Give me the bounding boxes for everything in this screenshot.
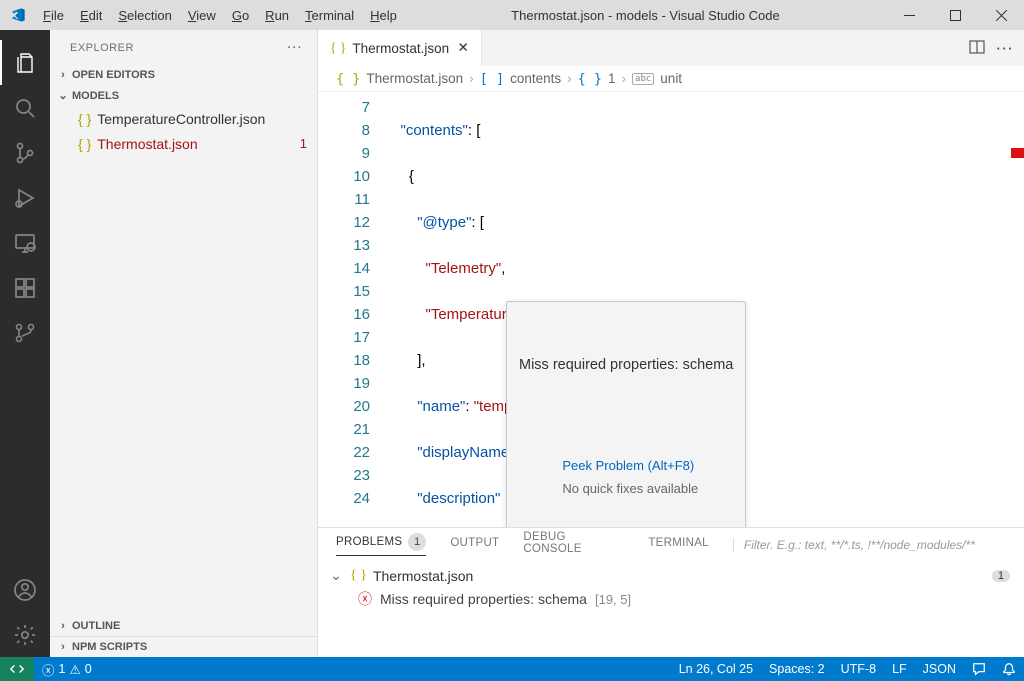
close-button[interactable] [978,0,1024,30]
menu-terminal[interactable]: Terminal [297,8,362,23]
minimize-button[interactable] [886,0,932,30]
menu-edit[interactable]: Edit [72,8,110,23]
window-controls [886,0,1024,30]
json-file-icon: { } [336,71,360,87]
title-bar: File Edit Selection View Go Run Terminal… [0,0,1024,30]
string-icon: abc [632,73,654,85]
problems-filter-input[interactable]: Filter. E.g.: text, **/*.ts, !**/node_mo… [733,538,1014,552]
split-editor-icon[interactable] [969,39,985,58]
json-file-icon: { } [330,40,346,56]
json-file-icon: { } [350,568,367,584]
activity-remote-explorer-icon[interactable] [0,220,50,265]
activity-explorer-icon[interactable] [0,40,50,85]
chevron-right-icon: › [567,71,572,86]
warning-icon: ⚠ [69,662,80,677]
panel-tab-terminal[interactable]: TERMINAL [648,537,709,553]
chevron-right-icon: › [56,69,70,81]
line-number-gutter: 789101112131415161718192021222324 [318,92,388,527]
problem-item[interactable]: ⓧ Miss required properties: schema [19, … [324,586,1014,612]
error-icon: ⓧ [358,589,372,609]
file-item[interactable]: { } TemperatureController.json [50,106,317,131]
problems-list: ⌄ { } Thermostat.json 1 ⓧ Miss required … [318,561,1024,657]
status-cursor-position[interactable]: Ln 26, Col 25 [671,657,761,681]
json-file-icon: { } [78,111,91,127]
hover-message: Miss required properties: schema [519,354,733,377]
panel-tab-debug-console[interactable]: DEBUG CONSOLE [523,531,624,559]
file-problem-count: 1 [992,570,1010,582]
menu-view[interactable]: View [180,8,224,23]
chevron-right-icon: › [622,71,627,86]
status-indentation[interactable]: Spaces: 2 [761,657,833,681]
file-problem-badge: 1 [300,136,307,151]
status-problems[interactable]: ⓧ1 ⚠0 [34,657,100,681]
problems-count-badge: 1 [408,533,426,551]
problems-file-row[interactable]: ⌄ { } Thermostat.json 1 [324,565,1014,586]
status-encoding[interactable]: UTF-8 [833,657,884,681]
activity-settings-icon[interactable] [0,612,50,657]
menu-file[interactable]: File [35,8,72,23]
activity-source-control-icon[interactable] [0,130,50,175]
menu-selection[interactable]: Selection [110,8,179,23]
error-icon: ⓧ [42,660,55,679]
status-feedback-icon[interactable] [964,657,994,681]
vscode-icon [0,7,35,23]
editor-tabs: { } Thermostat.json ✕ ··· [318,30,1024,66]
array-icon: [ ] [480,71,504,87]
activity-extensions-icon[interactable] [0,265,50,310]
no-quick-fix-label: No quick fixes available [562,481,698,496]
breadcrumb[interactable]: { }Thermostat.json › [ ]contents › { }1 … [318,66,1024,92]
status-language[interactable]: JSON [915,657,964,681]
panel-tab-output[interactable]: OUTPUT [450,537,499,553]
panel-tab-problems[interactable]: PROBLEMS1 [336,533,426,556]
hover-tooltip: Miss required properties: schema Peek Pr… [506,301,746,527]
file-item[interactable]: { } Thermostat.json 1 [50,131,317,156]
chevron-down-icon: ⌄ [56,89,70,102]
status-remote-icon[interactable] [0,657,34,681]
panel-tabs: PROBLEMS1 OUTPUT DEBUG CONSOLE TERMINAL … [318,528,1024,561]
sidebar-more-icon[interactable]: ··· [288,42,304,54]
section-npm-scripts[interactable]: ›NPM SCRIPTS [50,636,317,657]
menu-run[interactable]: Run [257,8,297,23]
panel: PROBLEMS1 OUTPUT DEBUG CONSOLE TERMINAL … [318,527,1024,657]
status-bell-icon[interactable] [994,657,1024,681]
chevron-right-icon: › [56,641,70,653]
status-bar: ⓧ1 ⚠0 Ln 26, Col 25 Spaces: 2 UTF-8 LF J… [0,657,1024,681]
maximize-button[interactable] [932,0,978,30]
activity-bar [0,30,50,657]
section-open-editors[interactable]: ›OPEN EDITORS [50,65,317,85]
problem-location: [19, 5] [595,592,631,607]
activity-github-icon[interactable] [0,310,50,355]
json-file-icon: { } [78,136,91,152]
menu-help[interactable]: Help [362,8,405,23]
menu-go[interactable]: Go [224,8,257,23]
file-name: Thermostat.json [97,136,197,152]
section-outline[interactable]: ›OUTLINE [50,616,317,636]
window-title: Thermostat.json - models - Visual Studio… [405,8,886,23]
tab-close-icon[interactable]: ✕ [455,40,471,56]
tab-label: Thermostat.json [352,41,449,56]
menu-bar: File Edit Selection View Go Run Terminal… [35,8,405,23]
section-models[interactable]: ⌄MODELS [50,85,317,106]
overview-ruler-error[interactable] [1011,148,1024,158]
file-name: TemperatureController.json [97,111,265,127]
peek-problem-link[interactable]: Peek Problem (Alt+F8) [562,458,694,473]
code-editor[interactable]: 789101112131415161718192021222324 "conte… [318,92,1024,527]
activity-search-icon[interactable] [0,85,50,130]
sidebar-title: EXPLORER [70,42,134,54]
chevron-right-icon: › [469,71,474,86]
code-content[interactable]: "contents": [ { "@type": [ "Telemetry", … [388,92,1024,527]
status-eol[interactable]: LF [884,657,915,681]
activity-run-debug-icon[interactable] [0,175,50,220]
object-icon: { } [578,71,602,87]
editor-group: { } Thermostat.json ✕ ··· { }Thermostat.… [318,30,1024,657]
editor-more-icon[interactable]: ··· [997,41,1015,56]
editor-tab[interactable]: { } Thermostat.json ✕ [318,30,482,66]
sidebar-header: EXPLORER ··· [50,30,317,65]
chevron-right-icon: › [56,620,70,632]
chevron-down-icon: ⌄ [328,567,344,584]
activity-accounts-icon[interactable] [0,567,50,612]
sidebar: EXPLORER ··· ›OPEN EDITORS ⌄MODELS { } T… [50,30,318,657]
